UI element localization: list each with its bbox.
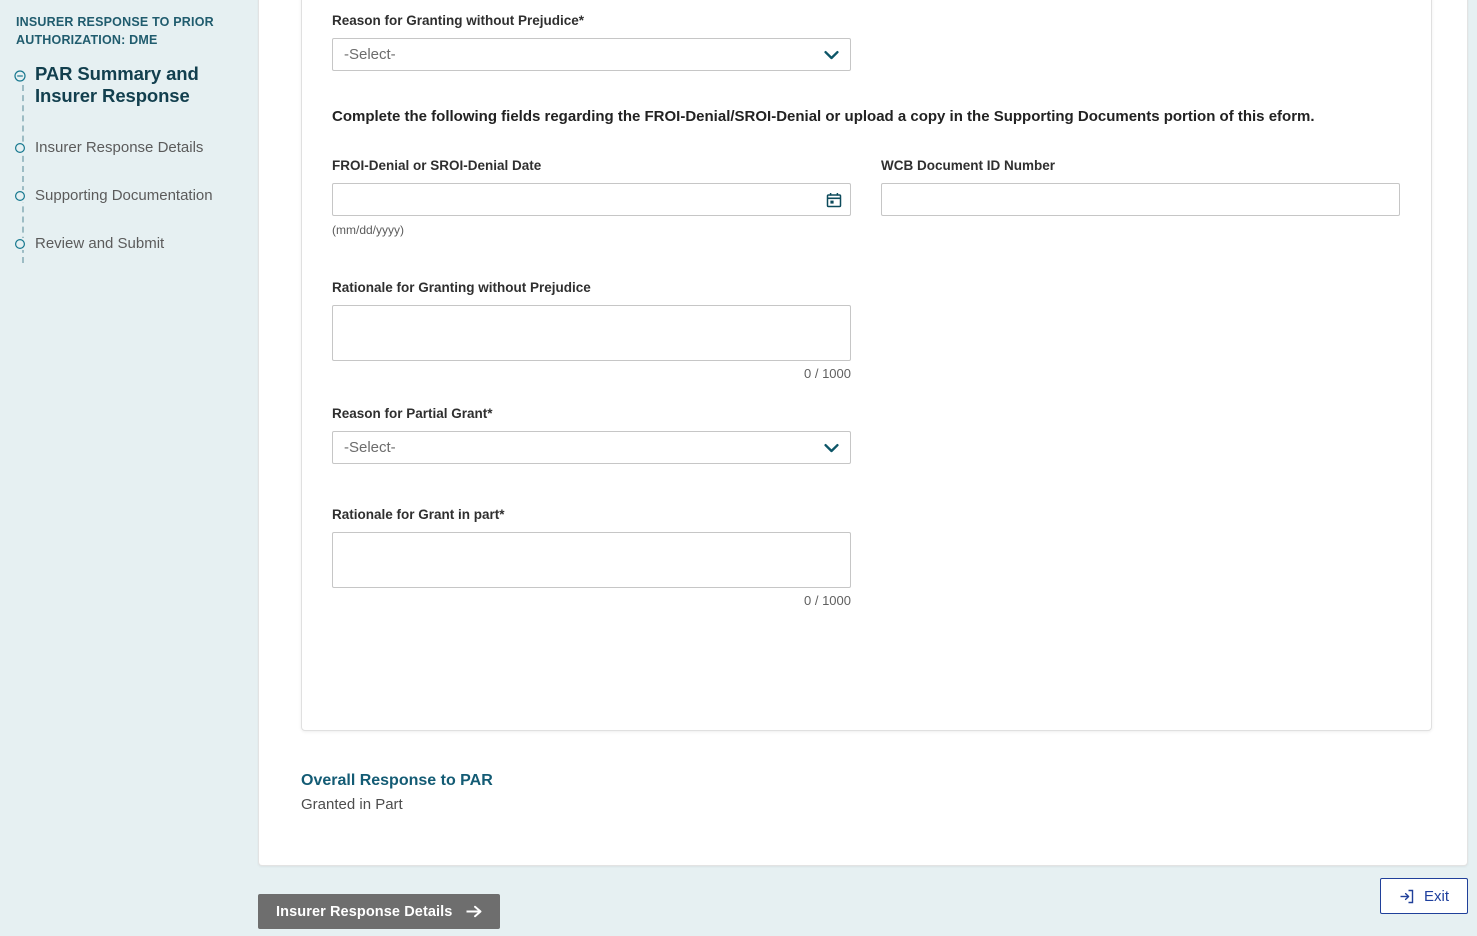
denial-date-input[interactable] [332,183,851,216]
sidebar-item-par-summary-and-insurer-response[interactable]: PAR Summary and Insurer Response [14,63,244,107]
sidebar-item-review-and-submit[interactable]: Review and Submit [14,233,244,255]
sidebar-item-insurer-response-details[interactable]: Insurer Response Details [14,137,244,159]
reason-for-granting-field: Reason for Granting without Prejudice* -… [332,12,1401,71]
overall-response-value: Granted in Part [301,796,1001,813]
rationale-for-grant-in-part-textarea[interactable] [332,532,851,588]
sidebar-item-label: Insurer Response Details [35,137,203,159]
sidebar-title: INSURER RESPONSE TO PRIOR AUTHORIZATION:… [16,13,244,49]
insurer-response-form-panel: Is this request Granted without Prejudic… [301,0,1432,731]
rationale-for-grant-in-part-label: Rationale for Grant in part* [332,506,1401,524]
reason-for-partial-grant-label: Reason for Partial Grant* [332,405,1401,423]
wcb-document-id-label: WCB Document ID Number [881,157,1400,175]
denial-date-field: FROI-Denial or SROI-Denial Date [332,157,851,237]
sidebar: INSURER RESPONSE TO PRIOR AUTHORIZATION:… [0,0,258,868]
rationale-for-granting-field: Rationale for Granting without Prejudice… [332,279,1401,381]
circle-icon [14,190,26,202]
bottom-action-bar: Insurer Response Details Exit [0,868,1477,936]
circle-icon [14,238,26,250]
calendar-icon[interactable] [826,192,842,208]
overall-response-title: Overall Response to PAR [301,772,1001,790]
sidebar-item-label: Supporting Documentation [35,185,213,207]
exit-button-label: Exit [1424,888,1449,905]
sidebar-nav: PAR Summary and Insurer Response Insurer… [14,63,244,255]
wcb-document-id-field: WCB Document ID Number [881,157,1400,237]
denial-date-label: FROI-Denial or SROI-Denial Date [332,157,851,175]
arrow-right-icon [466,905,482,918]
exit-button[interactable]: Exit [1380,878,1468,914]
insurer-response-details-next-button[interactable]: Insurer Response Details [258,894,500,929]
main-content-card: Is this request Granted without Prejudic… [258,0,1468,866]
rationale-for-granting-textarea[interactable] [332,305,851,361]
reason-for-granting-select[interactable]: -Select- [332,38,851,71]
sidebar-item-label: PAR Summary and Insurer Response [35,63,244,107]
denial-date-hint: (mm/dd/yyyy) [332,223,851,237]
rationale-for-grant-in-part-counter: 0 / 1000 [332,593,851,608]
sidebar-item-supporting-documentation[interactable]: Supporting Documentation [14,185,244,207]
overall-response-block: Overall Response to PAR Granted in Part [301,772,1001,813]
circle-minus-icon [14,70,26,82]
rationale-for-grant-in-part-field: Rationale for Grant in part* 0 / 1000 [332,506,1401,608]
circle-icon [14,142,26,154]
reason-for-partial-grant-field: Reason for Partial Grant* -Select- [332,405,1401,464]
rationale-for-granting-label: Rationale for Granting without Prejudice [332,279,1401,297]
froi-instructions-heading: Complete the following fields regarding … [332,107,1401,127]
reason-for-partial-grant-select[interactable]: -Select- [332,431,851,464]
rationale-for-granting-counter: 0 / 1000 [332,366,851,381]
application-window: INSURER RESPONSE TO PRIOR AUTHORIZATION:… [0,0,1477,936]
exit-icon [1399,889,1414,904]
reason-for-granting-label: Reason for Granting without Prejudice* [332,12,1401,30]
next-button-label: Insurer Response Details [276,904,452,920]
wcb-document-id-input[interactable] [881,183,1400,216]
denial-info-row: FROI-Denial or SROI-Denial Date [332,157,1401,237]
sidebar-item-label: Review and Submit [35,233,164,255]
